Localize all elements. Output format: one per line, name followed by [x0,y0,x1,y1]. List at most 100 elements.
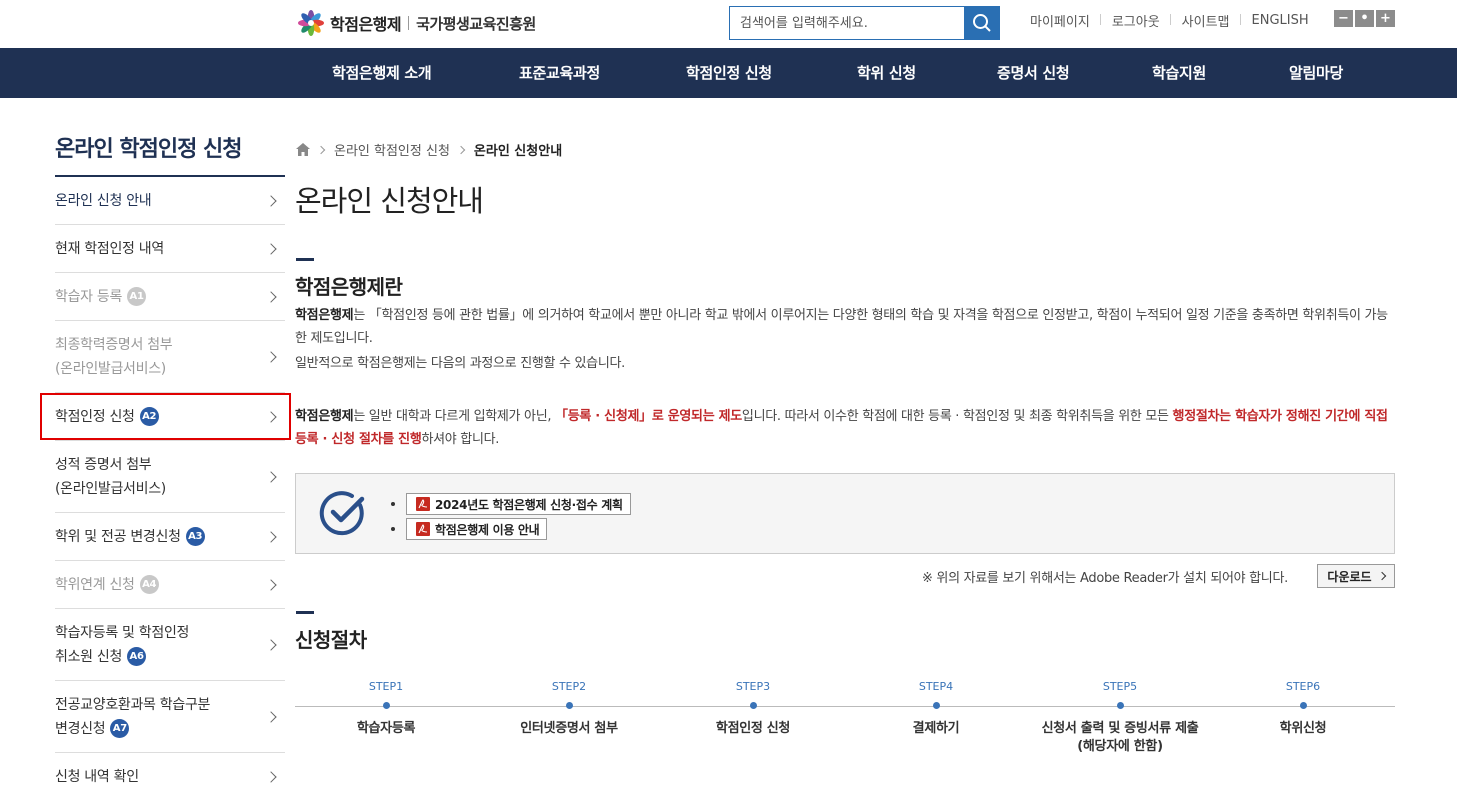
bullet-icon [391,502,395,506]
step-number: STEP5 [1102,680,1138,693]
zoom-out-button[interactable]: − [1334,10,1353,27]
section-title-procedure: 신청절차 [295,628,367,652]
chevron-right-icon [265,638,277,651]
nav-item-credit-application[interactable]: 학점인정 신청 [686,48,772,98]
step-item: STEP2 인터넷증명서 첨부 [479,680,659,738]
sitemap-link[interactable]: 사이트맵 [1171,11,1241,30]
side-item-label-2: 취소원 신청 [55,648,123,665]
section-title-about: 학점은행제란 [295,275,403,299]
side-item-label: 온라인 신청 안내 [55,192,152,209]
step-dot [932,702,940,709]
zoom-in-button[interactable]: + [1376,10,1395,27]
step-dot [382,702,390,709]
process-intro: 일반적으로 학점은행제는 다음의 과정으로 진행할 수 있습니다. [295,356,625,371]
registration-text-c: 하셔야 합니다. [421,432,500,447]
step-number: STEP2 [551,680,587,693]
download-item: 학점은행제 이용 안내 [391,517,631,541]
registration-paragraph: 학점은행제는 일반 대학과 다르게 입학제가 아닌, 「등록 · 신청제」로 운… [295,405,1395,451]
side-item-label: 학습자 등록 [55,288,123,305]
side-item-current-credits[interactable]: 현재 학점인정 내역 [55,225,285,273]
side-item-label: 학습자등록 및 학점인정 [55,624,190,641]
side-item-study-type-change[interactable]: 전공교양호환과목 학습구분 변경신청 A7 [55,681,285,753]
step-badge: A1 [127,287,147,306]
section-marker [296,611,314,614]
side-item-cancellation-request[interactable]: 학습자등록 및 학점인정 취소원 신청 A6 [55,609,285,681]
about-term: 학점은행제 [295,308,354,323]
breadcrumb-separator-icon [456,145,466,154]
registration-text-a: 는 일반 대학과 다르게 입학제가 아닌, [353,409,556,424]
side-item-label: 학위연계 신청 [55,576,135,593]
download-list: 2024년도 학점은행제 신청·접수 계획 학점은행제 이용 안내 [391,492,631,542]
side-item-application-history[interactable]: 신청 내역 확인 [55,753,285,794]
nav-item-certificate[interactable]: 증명서 신청 [997,48,1070,98]
step-badge: A4 [139,575,159,594]
logo-text: 학점은행제 [330,15,402,34]
download-item: 2024년도 학점은행제 신청·접수 계획 [391,492,631,516]
site-logo[interactable]: 학점은행제 국가평생교육진흥원 [296,9,536,37]
chevron-right-icon [265,770,277,783]
logo-divider [408,16,410,30]
side-item-label-2: (온라인발급서비스) [55,360,166,377]
highlight-annotation [40,393,291,440]
nav-item-intro[interactable]: 학점은행제 소개 [332,48,432,98]
search-button[interactable] [964,7,999,39]
side-item-degree-major-change[interactable]: 학위 및 전공 변경신청 A3 [55,513,285,561]
top-bar: 학점은행제 국가평생교육진흥원 마이페이지 로그아웃 사이트맵 ENGLISH … [0,0,1457,48]
adobe-reader-notice: ※ 위의 자료를 보기 위해서는 Adobe Reader가 설치 되어야 합니… [922,571,1288,586]
step-label: 학점인정 신청 [715,721,791,736]
nav-item-learning-support[interactable]: 학습지원 [1152,48,1206,98]
step-item: STEP6 학위신청 [1213,680,1393,738]
mypage-link[interactable]: 마이페이지 [1030,11,1101,30]
pdf-icon [416,497,430,511]
page-title: 온라인 신청안내 [295,184,484,218]
side-item-label-2: 변경신청 [55,720,106,737]
pdf-icon [416,522,430,536]
registration-highlight-1: 「등록 · 신청제」로 운영되는 제도 [555,409,742,424]
step-badge: A7 [110,719,130,738]
step-dot [1116,702,1124,709]
step-label: 인터넷증명서 첨부 [520,721,618,736]
chevron-right-icon [265,530,277,543]
step-number: STEP3 [735,680,771,693]
bullet-icon [391,527,395,531]
adobe-download-button[interactable]: 다운로드 [1317,564,1395,588]
step-number: STEP6 [1285,680,1321,693]
nav-item-notice[interactable]: 알림마당 [1289,48,1343,98]
step-dot [1299,702,1307,709]
chevron-right-icon [265,194,277,207]
chevron-right-icon [265,470,277,483]
nav-item-degree-application[interactable]: 학위 신청 [857,48,916,98]
step-label: 학습자등록 [356,721,416,736]
side-item-grade-certificate[interactable]: 성적 증명서 첨부 (온라인발급서비스) [55,441,285,513]
breadcrumb-parent[interactable]: 온라인 학점인정 신청 [334,140,450,159]
step-label: 신청서 출력 및 증빙서류 제출 [1041,721,1199,736]
logo-flower-icon [298,10,324,36]
home-icon[interactable] [296,143,310,156]
step-dot [749,702,757,709]
search-icon [972,14,991,32]
zoom-reset-button[interactable]: • [1355,10,1374,27]
registration-term: 학점은행제 [295,409,354,424]
breadcrumb-current: 온라인 신청안내 [473,144,563,159]
side-item-learner-registration[interactable]: 학습자 등록 A1 [55,273,285,321]
side-item-label-2: (온라인발급서비스) [55,480,166,497]
zoom-controls: − • + [1334,10,1395,27]
search-input[interactable] [730,7,964,39]
side-item-final-education-certificate[interactable]: 최종학력증명서 첨부 (온라인발급서비스) [55,321,285,393]
download-plan-label: 2024년도 학점은행제 신청·접수 계획 [435,497,623,512]
search-box [729,6,1000,40]
chevron-right-icon [265,578,277,591]
english-link[interactable]: ENGLISH [1241,13,1320,28]
download-guide-label: 학점은행제 이용 안내 [435,522,540,537]
download-plan-button[interactable]: 2024년도 학점은행제 신청·접수 계획 [406,493,631,515]
download-guide-button[interactable]: 학점은행제 이용 안내 [406,518,548,540]
side-item-label: 성적 증명서 첨부 [55,456,152,473]
download-box: 2024년도 학점은행제 신청·접수 계획 학점은행제 이용 안내 [295,473,1395,554]
step-label: 결제하기 [912,721,960,736]
side-item-degree-linkage[interactable]: 학위연계 신청 A4 [55,561,285,609]
step-label-2: (해당자에 한함) [1077,739,1163,754]
side-item-online-guide[interactable]: 온라인 신청 안내 [55,177,285,225]
logout-link[interactable]: 로그아웃 [1101,11,1171,30]
nav-item-standard-curriculum[interactable]: 표준교육과정 [519,48,600,98]
side-item-label: 전공교양호환과목 학습구분 [55,696,211,713]
